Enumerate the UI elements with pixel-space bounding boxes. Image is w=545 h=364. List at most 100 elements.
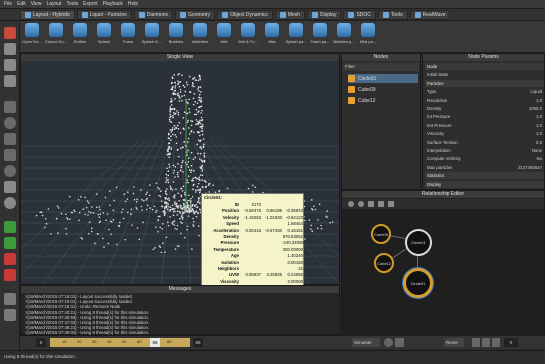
shelf-tool-button[interactable]: Bubbles p... bbox=[332, 23, 356, 44]
light-tool-icon[interactable] bbox=[4, 197, 16, 209]
cube-tool-icon[interactable] bbox=[4, 101, 16, 113]
param-row[interactable]: Surface Tension 0.0 bbox=[425, 139, 544, 146]
tab-label: Layout - Hybrido bbox=[33, 11, 70, 18]
green-pencil-icon[interactable] bbox=[4, 237, 16, 249]
node-tool-icon[interactable] bbox=[4, 293, 16, 305]
shelf-tool-button[interactable]: Emitter bbox=[68, 23, 92, 44]
tooltip-key: Temperature bbox=[213, 246, 239, 252]
move-tool-icon[interactable] bbox=[4, 43, 16, 55]
timeline-track[interactable]: 1020304050607080 bbox=[50, 338, 190, 347]
select-tool-icon[interactable] bbox=[4, 27, 16, 39]
grid-icon[interactable] bbox=[378, 201, 384, 207]
node-list-item[interactable]: Cube12 bbox=[348, 96, 376, 105]
layout-tab[interactable]: Tools bbox=[377, 9, 408, 20]
frame-field[interactable]: 0 bbox=[504, 338, 518, 347]
menu-item-file[interactable]: File bbox=[4, 1, 12, 7]
param-row[interactable]: Compute Vorticity No bbox=[425, 155, 544, 162]
layout-tab[interactable]: Layout - Hybrido bbox=[20, 9, 75, 20]
menu-item-tools[interactable]: Tools bbox=[66, 1, 78, 7]
menu-item-playback[interactable]: Playback bbox=[103, 1, 123, 7]
layout-tab[interactable]: Daemons bbox=[133, 9, 174, 20]
scale-tool-icon[interactable] bbox=[4, 75, 16, 87]
record-icon[interactable] bbox=[384, 338, 393, 347]
tooltip-row: UVW 0.06937 3.25936 0.24592 bbox=[202, 272, 305, 278]
red-brush-icon[interactable] bbox=[4, 253, 16, 265]
menu-item-layout[interactable]: Layout bbox=[46, 1, 61, 7]
relationship-node[interactable]: Cube12 bbox=[374, 253, 394, 273]
layout-tab[interactable]: Geometry bbox=[175, 9, 216, 20]
green-brush-icon[interactable] bbox=[4, 221, 16, 233]
shelf-tool-button[interactable]: Mist pa... bbox=[356, 23, 380, 44]
simulate-dropdown[interactable]: Simulate bbox=[352, 338, 380, 347]
shelf-tool-button[interactable]: Bubbles bbox=[164, 23, 188, 44]
shelf-tool-button[interactable]: Wet & Fo... bbox=[236, 23, 260, 44]
param-row[interactable]: Int Pressure 1.0 bbox=[425, 113, 544, 120]
shelf-tool-button[interactable]: Splash bbox=[92, 23, 116, 44]
torus-tool-icon[interactable] bbox=[4, 165, 16, 177]
param-row[interactable]: Ext Pressure 1.0 bbox=[425, 122, 544, 129]
shelf-tool-button[interactable]: Wet bbox=[212, 23, 236, 44]
node-list-item[interactable]: Circle01 bbox=[348, 74, 418, 83]
layout-tab[interactable]: Mesh bbox=[274, 9, 306, 20]
param-row[interactable]: Initial State bbox=[425, 71, 544, 78]
step-back-icon[interactable] bbox=[472, 338, 480, 347]
shelf-tool-button[interactable]: Closed Do... bbox=[44, 23, 68, 44]
reset-dropdown[interactable]: Reset bbox=[444, 338, 464, 347]
layout-tab[interactable]: Object Dynamics bbox=[217, 9, 273, 20]
zoom-icon[interactable] bbox=[388, 201, 394, 207]
link-icon[interactable] bbox=[348, 201, 354, 207]
timeline-start-field[interactable]: 0 bbox=[36, 338, 46, 347]
tooltip-row: Speed 1.68464 bbox=[202, 221, 305, 227]
play-icon[interactable] bbox=[395, 338, 404, 347]
stop-icon[interactable] bbox=[482, 338, 490, 347]
param-row[interactable]: Resolution 1.0 bbox=[425, 97, 544, 104]
tooltip-key: Viscosity bbox=[220, 278, 239, 284]
shelf-tool-icon bbox=[25, 23, 39, 37]
relationship-node-selected[interactable]: Circle01 bbox=[403, 268, 433, 298]
shelf-tool-button[interactable]: Foam bbox=[116, 23, 140, 44]
timeline-current-frame[interactable]: 88 bbox=[150, 338, 160, 347]
relationship-node-label: Cube09 bbox=[373, 231, 388, 237]
timeline-end-field[interactable]: 88 bbox=[193, 338, 203, 347]
step-forward-icon[interactable] bbox=[492, 338, 500, 347]
layout-tab[interactable]: RealWave bbox=[409, 9, 451, 20]
layout-icon[interactable] bbox=[368, 201, 374, 207]
red-pencil-icon[interactable] bbox=[4, 269, 16, 281]
menu-item-view[interactable]: View bbox=[31, 1, 42, 7]
layout-tab[interactable]: Liquid - Particles bbox=[76, 9, 132, 20]
node-list-item[interactable]: Cube09 bbox=[348, 85, 376, 94]
status-bar: Using 8 thread(s) for this simulation. bbox=[0, 350, 545, 364]
param-row[interactable]: Viscosity 1.0 bbox=[425, 130, 544, 137]
param-row[interactable]: Max particles 2147483647 bbox=[425, 164, 544, 171]
relationship-node[interactable]: Circle01 bbox=[405, 229, 432, 256]
script-tool-icon[interactable] bbox=[4, 309, 16, 321]
tab-label: Object Dynamics bbox=[230, 11, 268, 18]
menu-item-help[interactable]: Help bbox=[128, 1, 138, 7]
param-row[interactable]: Density 1000.0 bbox=[425, 105, 544, 112]
shelf-tool-button[interactable]: Mist bbox=[260, 23, 284, 44]
menu-item-edit[interactable]: Edit bbox=[17, 1, 26, 7]
nodes-filter[interactable]: Filter bbox=[343, 63, 419, 71]
shelf-tool-button[interactable]: Foam pa... bbox=[308, 23, 332, 44]
refresh-icon[interactable] bbox=[358, 201, 364, 207]
param-value: 0.0 bbox=[536, 139, 542, 145]
relationship-node[interactable]: Cube09 bbox=[371, 224, 391, 244]
shelf-tool-button[interactable]: Splash pa... bbox=[284, 23, 308, 44]
shelf-tool-button[interactable]: Splash & ... bbox=[140, 23, 164, 44]
plane-tool-icon[interactable] bbox=[4, 149, 16, 161]
camera-tool-icon[interactable] bbox=[4, 181, 16, 193]
param-value: 2147483647 bbox=[518, 164, 542, 170]
param-row[interactable]: Interpolation None bbox=[425, 147, 544, 154]
sphere-tool-icon[interactable] bbox=[4, 117, 16, 129]
rotate-tool-icon[interactable] bbox=[4, 59, 16, 71]
cylinder-tool-icon[interactable] bbox=[4, 133, 16, 145]
shelf-tool-button[interactable]: Waterline bbox=[188, 23, 212, 44]
layout-tab[interactable]: Display bbox=[307, 9, 342, 20]
param-row[interactable]: Type Liquid bbox=[425, 88, 544, 95]
tooltip-value: 1.40240 bbox=[287, 253, 303, 259]
tab-icon bbox=[180, 11, 187, 18]
shelf-tool-button[interactable]: Open Do... bbox=[20, 23, 44, 44]
tooltip-key: Acceleration bbox=[213, 227, 239, 233]
menu-item-export[interactable]: Export bbox=[83, 1, 97, 7]
layout-tab[interactable]: SDOC bbox=[343, 9, 376, 20]
